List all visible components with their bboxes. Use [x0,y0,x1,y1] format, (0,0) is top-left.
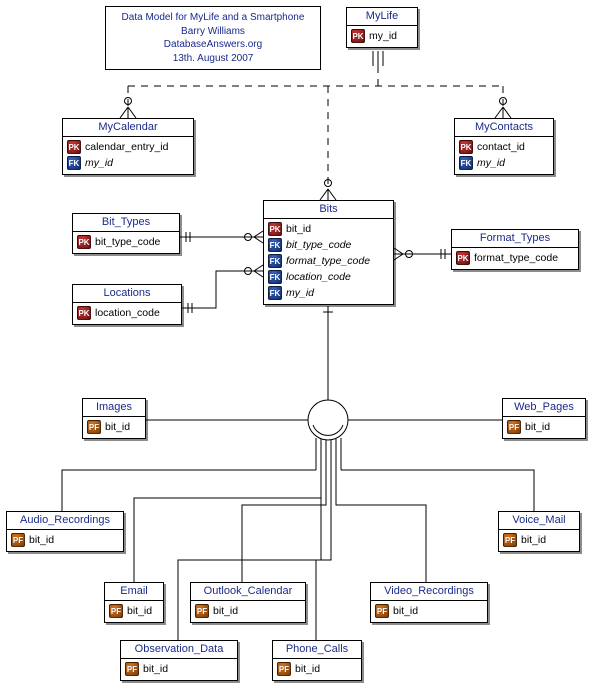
entity-mycontacts: MyContacts PK contact_id FK my_id [454,118,554,175]
entity-video-recordings: Video_Recordings PF bit_id [370,582,488,623]
entity-title: Email [105,583,163,601]
attr-label: calendar_entry_id [85,141,168,153]
entity-title: Web_Pages [503,399,585,417]
pf-icon: PF [507,420,521,434]
attr-label: my_id [286,287,314,299]
attr-label: bit_type_code [95,236,160,248]
fk-icon: FK [268,270,282,284]
entity-title: Audio_Recordings [7,512,123,530]
attr-label: bit_id [213,605,238,617]
attr-label: bit_id [393,605,418,617]
er-diagram: Data Model for MyLife and a Smartphone B… [0,0,592,691]
entity-title: MyContacts [455,119,553,137]
fk-icon: FK [268,254,282,268]
fk-icon: FK [268,286,282,300]
entity-phone-calls: Phone_Calls PF bit_id [272,640,362,681]
entity-title: MyLife [347,8,417,26]
attr-label: my_id [477,157,505,169]
attr-label: format_type_code [286,255,370,267]
pk-icon: PK [459,140,473,154]
attr-label: bit_id [105,421,130,433]
pf-icon: PF [11,533,25,547]
pf-icon: PF [125,662,139,676]
entity-mylife: MyLife PK my_id [346,7,418,48]
entity-title: Bits [264,201,393,219]
entity-title: Bit_Types [73,214,179,232]
attr-label: bit_id [286,223,311,235]
attr-label: contact_id [477,141,525,153]
diagram-title-box: Data Model for MyLife and a Smartphone B… [105,6,321,70]
fk-icon: FK [268,238,282,252]
attr-label: format_type_code [474,252,558,264]
entity-title: Format_Types [452,230,578,248]
entity-title: Images [83,399,145,417]
pf-icon: PF [195,604,209,618]
attr-label: bit_id [143,663,168,675]
entity-mycalendar: MyCalendar PK calendar_entry_id FK my_id [62,118,194,175]
entity-outlook-calendar: Outlook_Calendar PF bit_id [190,582,306,623]
attr-label: bit_id [525,421,550,433]
title-line-4: 13th. August 2007 [112,52,314,66]
attr-label: my_id [369,30,397,42]
pf-icon: PF [375,604,389,618]
attr-label: bit_id [127,605,152,617]
attr-label: location_code [286,271,351,283]
entity-title: Observation_Data [121,641,237,659]
entity-observation-data: Observation_Data PF bit_id [120,640,238,681]
entity-title: Voice_Mail [499,512,579,530]
attr-label: bit_id [521,534,546,546]
pk-icon: PK [456,251,470,265]
fk-icon: FK [459,156,473,170]
title-line-2: Barry Williams [112,25,314,39]
entity-title: Outlook_Calendar [191,583,305,601]
pk-icon: PK [268,222,282,236]
entity-title: Locations [73,285,181,303]
pf-icon: PF [277,662,291,676]
title-line-1: Data Model for MyLife and a Smartphone [112,11,314,25]
entity-images: Images PF bit_id [82,398,146,439]
entity-bit-types: Bit_Types PK bit_type_code [72,213,180,254]
entity-title: Video_Recordings [371,583,487,601]
title-line-3: DatabaseAnswers.org [112,38,314,52]
pf-icon: PF [87,420,101,434]
entity-email: Email PF bit_id [104,582,164,623]
entity-locations: Locations PK location_code [72,284,182,325]
attr-label: my_id [85,157,113,169]
pk-icon: PK [67,140,81,154]
pk-icon: PK [351,29,365,43]
pk-icon: PK [77,235,91,249]
entity-web-pages: Web_Pages PF bit_id [502,398,586,439]
attr-label: bit_type_code [286,239,351,251]
fk-icon: FK [67,156,81,170]
attr-label: bit_id [295,663,320,675]
pf-icon: PF [109,604,123,618]
entity-format-types: Format_Types PK format_type_code [451,229,579,270]
pf-icon: PF [503,533,517,547]
pk-icon: PK [77,306,91,320]
attr-label: location_code [95,307,160,319]
attr-label: bit_id [29,534,54,546]
entity-voice-mail: Voice_Mail PF bit_id [498,511,580,552]
entity-title: Phone_Calls [273,641,361,659]
entity-title: MyCalendar [63,119,193,137]
entity-bits: Bits PK bit_id FK bit_type_code FK format_t… [263,200,394,305]
entity-audio-recordings: Audio_Recordings PF bit_id [6,511,124,552]
